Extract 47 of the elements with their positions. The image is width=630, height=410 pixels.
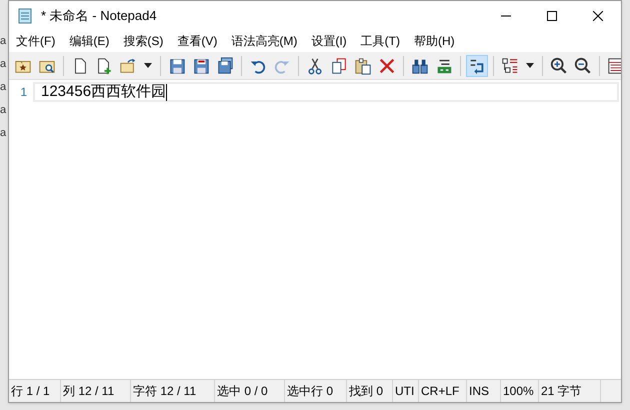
menu-item[interactable]: 设置(I) <box>306 32 352 50</box>
zoom-out-icon <box>574 56 592 74</box>
status-field: 选中行 0 <box>285 380 347 402</box>
menu-item[interactable]: 语法高亮(M) <box>226 32 302 50</box>
status-field: 100% <box>501 380 539 402</box>
document-plus-icon <box>95 56 113 74</box>
menu-item[interactable]: 文件(F) <box>11 32 60 50</box>
status-field: 行 1 / 1 <box>9 380 61 402</box>
background-text: a <box>0 57 6 71</box>
menu-item[interactable]: 编辑(E) <box>64 32 114 50</box>
status-field: 找到 0 <box>347 380 393 402</box>
menu-item[interactable]: 查看(V) <box>172 32 222 50</box>
background-text: a <box>0 103 6 117</box>
copy-icon <box>330 56 348 74</box>
background-text: a <box>0 34 6 48</box>
line-number: 1 <box>19 84 28 101</box>
background-text: a <box>0 80 6 94</box>
notepad-icon <box>17 8 33 24</box>
save-icon <box>192 56 210 74</box>
word-wrap-button[interactable] <box>466 54 488 76</box>
delete-icon <box>378 56 396 74</box>
tree-list-icon <box>501 56 519 74</box>
save-all-icon <box>216 56 234 74</box>
status-field: 选中 0 / 0 <box>215 380 285 402</box>
text-cursor <box>166 84 168 100</box>
status-field: 21 字节 <box>539 380 601 402</box>
status-field: INS <box>467 380 501 402</box>
window-title: * 未命名 - Notepad4 <box>41 7 157 26</box>
binoculars-icon <box>411 56 429 74</box>
dropdown-caret-icon[interactable] <box>144 63 152 68</box>
save-icon <box>168 56 186 74</box>
maximize-icon <box>547 11 557 21</box>
menu-item[interactable]: 帮助(H) <box>408 32 460 50</box>
scissors-icon <box>306 56 324 74</box>
background-text: a <box>0 126 6 140</box>
open-folder-icon <box>119 56 137 74</box>
zoom-in-icon <box>550 56 568 74</box>
editor-text: 123456西西软件园 <box>41 82 166 102</box>
dropdown-caret-icon[interactable] <box>526 63 534 68</box>
status-field: UTI <box>393 380 419 402</box>
status-field: 列 12 / 11 <box>61 380 131 402</box>
paste-icon <box>354 56 372 74</box>
close-icon <box>593 11 603 21</box>
menu-item[interactable]: 搜索(S) <box>118 32 168 50</box>
status-field: CR+LF <box>419 380 467 402</box>
status-field: 字符 12 / 11 <box>131 380 215 402</box>
menu-item[interactable]: 工具(T) <box>356 32 405 50</box>
